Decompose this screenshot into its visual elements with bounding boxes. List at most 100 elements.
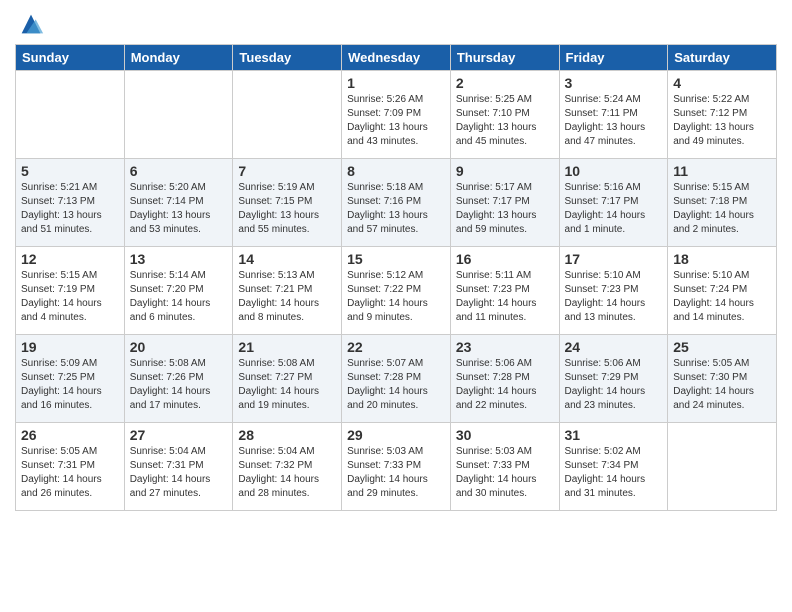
day-number: 10 bbox=[565, 163, 663, 179]
day-number: 18 bbox=[673, 251, 771, 267]
calendar-cell: 1 Sunrise: 5:26 AM Sunset: 7:09 PM Daylig… bbox=[342, 71, 451, 159]
calendar-cell: 30 Sunrise: 5:03 AM Sunset: 7:33 PM Dayli… bbox=[450, 423, 559, 511]
calendar-cell: 2 Sunrise: 5:25 AM Sunset: 7:10 PM Daylig… bbox=[450, 71, 559, 159]
day-number: 29 bbox=[347, 427, 445, 443]
calendar-cell: 20 Sunrise: 5:08 AM Sunset: 7:26 PM Dayli… bbox=[124, 335, 233, 423]
day-number: 12 bbox=[21, 251, 119, 267]
day-number: 1 bbox=[347, 75, 445, 91]
calendar-cell: 12 Sunrise: 5:15 AM Sunset: 7:19 PM Dayli… bbox=[16, 247, 125, 335]
calendar-cell: 6 Sunrise: 5:20 AM Sunset: 7:14 PM Daylig… bbox=[124, 159, 233, 247]
day-number: 20 bbox=[130, 339, 228, 355]
calendar-cell: 18 Sunrise: 5:10 AM Sunset: 7:24 PM Dayli… bbox=[668, 247, 777, 335]
day-number: 11 bbox=[673, 163, 771, 179]
weekday-header: Saturday bbox=[668, 45, 777, 71]
day-info: Sunrise: 5:06 AM Sunset: 7:28 PM Dayligh… bbox=[456, 357, 554, 413]
calendar-cell: 11Sunrise: 5:15 AM Sunset: 7:18 PM Dayli… bbox=[668, 159, 777, 247]
calendar-cell: 29 Sunrise: 5:03 AM Sunset: 7:33 PM Dayli… bbox=[342, 423, 451, 511]
calendar-cell: 22 Sunrise: 5:07 AM Sunset: 7:28 PM Dayli… bbox=[342, 335, 451, 423]
calendar-cell: 23Sunrise: 5:06 AM Sunset: 7:28 PM Dayli… bbox=[450, 335, 559, 423]
day-info: Sunrise: 5:21 AM Sunset: 7:13 PM Dayligh… bbox=[21, 181, 119, 237]
day-number: 3 bbox=[565, 75, 663, 91]
day-info: Sunrise: 5:13 AM Sunset: 7:21 PM Dayligh… bbox=[238, 269, 336, 325]
calendar-cell: 13 Sunrise: 5:14 AM Sunset: 7:20 PM Dayli… bbox=[124, 247, 233, 335]
calendar-cell: 28 Sunrise: 5:04 AM Sunset: 7:32 PM Dayli… bbox=[233, 423, 342, 511]
calendar-cell bbox=[233, 71, 342, 159]
calendar-week-row: 5 Sunrise: 5:21 AM Sunset: 7:13 PM Daylig… bbox=[16, 159, 777, 247]
day-number: 5 bbox=[21, 163, 119, 179]
day-number: 8 bbox=[347, 163, 445, 179]
day-info: Sunrise: 5:08 AM Sunset: 7:26 PM Dayligh… bbox=[130, 357, 228, 413]
calendar-cell: 8 Sunrise: 5:18 AM Sunset: 7:16 PM Daylig… bbox=[342, 159, 451, 247]
calendar-cell: 3 Sunrise: 5:24 AM Sunset: 7:11 PM Daylig… bbox=[559, 71, 668, 159]
day-info: Sunrise: 5:06 AM Sunset: 7:29 PM Dayligh… bbox=[565, 357, 663, 413]
calendar-table: SundayMondayTuesdayWednesdayThursdayFrid… bbox=[15, 44, 777, 511]
day-info: Sunrise: 5:10 AM Sunset: 7:24 PM Dayligh… bbox=[673, 269, 771, 325]
calendar-cell: 5 Sunrise: 5:21 AM Sunset: 7:13 PM Daylig… bbox=[16, 159, 125, 247]
calendar-cell: 4 Sunrise: 5:22 AM Sunset: 7:12 PM Daylig… bbox=[668, 71, 777, 159]
day-number: 15 bbox=[347, 251, 445, 267]
logo-icon bbox=[17, 10, 45, 38]
day-info: Sunrise: 5:14 AM Sunset: 7:20 PM Dayligh… bbox=[130, 269, 228, 325]
calendar-cell: 10 Sunrise: 5:16 AM Sunset: 7:17 PM Dayli… bbox=[559, 159, 668, 247]
day-info: Sunrise: 5:03 AM Sunset: 7:33 PM Dayligh… bbox=[456, 445, 554, 501]
calendar-cell bbox=[668, 423, 777, 511]
day-info: Sunrise: 5:04 AM Sunset: 7:32 PM Dayligh… bbox=[238, 445, 336, 501]
day-number: 7 bbox=[238, 163, 336, 179]
day-info: Sunrise: 5:22 AM Sunset: 7:12 PM Dayligh… bbox=[673, 93, 771, 149]
day-number: 27 bbox=[130, 427, 228, 443]
day-info: Sunrise: 5:02 AM Sunset: 7:34 PM Dayligh… bbox=[565, 445, 663, 501]
day-number: 17 bbox=[565, 251, 663, 267]
calendar-cell: 15 Sunrise: 5:12 AM Sunset: 7:22 PM Dayli… bbox=[342, 247, 451, 335]
day-info: Sunrise: 5:10 AM Sunset: 7:23 PM Dayligh… bbox=[565, 269, 663, 325]
calendar-cell: 25Sunrise: 5:05 AM Sunset: 7:30 PM Dayli… bbox=[668, 335, 777, 423]
day-info: Sunrise: 5:05 AM Sunset: 7:31 PM Dayligh… bbox=[21, 445, 119, 501]
day-number: 13 bbox=[130, 251, 228, 267]
calendar-cell: 27 Sunrise: 5:04 AM Sunset: 7:31 PM Dayli… bbox=[124, 423, 233, 511]
calendar-cell: 21Sunrise: 5:08 AM Sunset: 7:27 PM Dayli… bbox=[233, 335, 342, 423]
day-number: 4 bbox=[673, 75, 771, 91]
day-info: Sunrise: 5:15 AM Sunset: 7:19 PM Dayligh… bbox=[21, 269, 119, 325]
weekday-header-row: SundayMondayTuesdayWednesdayThursdayFrid… bbox=[16, 45, 777, 71]
calendar-cell: 7Sunrise: 5:19 AM Sunset: 7:15 PM Daylig… bbox=[233, 159, 342, 247]
day-info: Sunrise: 5:08 AM Sunset: 7:27 PM Dayligh… bbox=[238, 357, 336, 413]
day-info: Sunrise: 5:26 AM Sunset: 7:09 PM Dayligh… bbox=[347, 93, 445, 149]
calendar-week-row: 1 Sunrise: 5:26 AM Sunset: 7:09 PM Daylig… bbox=[16, 71, 777, 159]
weekday-header: Monday bbox=[124, 45, 233, 71]
day-info: Sunrise: 5:04 AM Sunset: 7:31 PM Dayligh… bbox=[130, 445, 228, 501]
calendar-cell: 9 Sunrise: 5:17 AM Sunset: 7:17 PM Daylig… bbox=[450, 159, 559, 247]
day-info: Sunrise: 5:03 AM Sunset: 7:33 PM Dayligh… bbox=[347, 445, 445, 501]
page-header bbox=[15, 10, 777, 38]
day-number: 14 bbox=[238, 251, 336, 267]
day-info: Sunrise: 5:20 AM Sunset: 7:14 PM Dayligh… bbox=[130, 181, 228, 237]
weekday-header: Friday bbox=[559, 45, 668, 71]
day-info: Sunrise: 5:05 AM Sunset: 7:30 PM Dayligh… bbox=[673, 357, 771, 413]
logo bbox=[15, 10, 45, 38]
calendar-week-row: 19 Sunrise: 5:09 AM Sunset: 7:25 PM Dayli… bbox=[16, 335, 777, 423]
day-info: Sunrise: 5:18 AM Sunset: 7:16 PM Dayligh… bbox=[347, 181, 445, 237]
calendar-cell: 31 Sunrise: 5:02 AM Sunset: 7:34 PM Dayli… bbox=[559, 423, 668, 511]
day-info: Sunrise: 5:16 AM Sunset: 7:17 PM Dayligh… bbox=[565, 181, 663, 237]
day-info: Sunrise: 5:25 AM Sunset: 7:10 PM Dayligh… bbox=[456, 93, 554, 149]
calendar-week-row: 26Sunrise: 5:05 AM Sunset: 7:31 PM Dayli… bbox=[16, 423, 777, 511]
day-info: Sunrise: 5:24 AM Sunset: 7:11 PM Dayligh… bbox=[565, 93, 663, 149]
day-info: Sunrise: 5:12 AM Sunset: 7:22 PM Dayligh… bbox=[347, 269, 445, 325]
calendar-week-row: 12 Sunrise: 5:15 AM Sunset: 7:19 PM Dayli… bbox=[16, 247, 777, 335]
calendar-cell: 19 Sunrise: 5:09 AM Sunset: 7:25 PM Dayli… bbox=[16, 335, 125, 423]
day-number: 28 bbox=[238, 427, 336, 443]
calendar-cell: 17 Sunrise: 5:10 AM Sunset: 7:23 PM Dayli… bbox=[559, 247, 668, 335]
weekday-header: Thursday bbox=[450, 45, 559, 71]
day-number: 2 bbox=[456, 75, 554, 91]
day-number: 19 bbox=[21, 339, 119, 355]
day-info: Sunrise: 5:17 AM Sunset: 7:17 PM Dayligh… bbox=[456, 181, 554, 237]
day-info: Sunrise: 5:11 AM Sunset: 7:23 PM Dayligh… bbox=[456, 269, 554, 325]
day-number: 31 bbox=[565, 427, 663, 443]
weekday-header: Sunday bbox=[16, 45, 125, 71]
day-number: 22 bbox=[347, 339, 445, 355]
day-info: Sunrise: 5:09 AM Sunset: 7:25 PM Dayligh… bbox=[21, 357, 119, 413]
day-number: 6 bbox=[130, 163, 228, 179]
day-number: 30 bbox=[456, 427, 554, 443]
day-number: 9 bbox=[456, 163, 554, 179]
day-info: Sunrise: 5:07 AM Sunset: 7:28 PM Dayligh… bbox=[347, 357, 445, 413]
day-number: 24 bbox=[565, 339, 663, 355]
page-container: SundayMondayTuesdayWednesdayThursdayFrid… bbox=[0, 0, 792, 516]
